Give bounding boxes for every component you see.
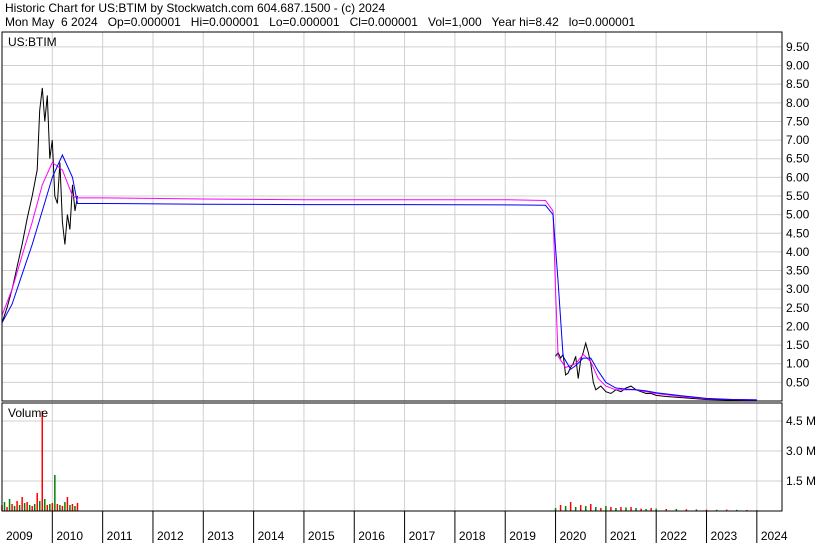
price-series-line-2 [1,161,757,401]
price-series-line-3 [1,153,757,401]
price-y-tick-label: 7.00 [786,133,810,147]
x-tick-label: 2012 [157,529,184,543]
price-y-tick-label: 4.00 [786,245,810,259]
volume-y-tick-label: 3.0 M [786,444,816,458]
volume-y-ticks: 1.5 M 3.0 M 4.5 M [786,414,816,488]
x-tick-label: 2021 [610,529,637,543]
x-tick-label: 2009 [6,529,33,543]
price-y-tick-label: 6.50 [786,152,810,166]
volume-y-tick-label: 4.5 M [786,414,816,428]
price-series [1,87,757,402]
price-y-tick-label: 7.50 [786,114,810,128]
volume-label: Volume [8,406,48,420]
price-y-tick-label: 3.50 [786,264,810,278]
price-y-tick-label: 0.50 [786,375,810,389]
price-y-tick-label: 1.50 [786,338,810,352]
x-tick-label: 2020 [560,529,587,543]
x-tick-label: 2019 [509,529,536,543]
x-tick-label: 2011 [107,529,133,543]
x-tick-label: 2013 [207,529,234,543]
price-y-tick-label: 9.50 [786,40,810,54]
volume-grid [2,403,782,511]
price-y-tick-label: 8.00 [786,96,810,110]
price-y-tick-label: 4.50 [786,226,810,240]
x-tick-label: 2022 [660,529,687,543]
price-grid [2,32,782,401]
volume-plot-border [1,402,783,512]
price-y-tick-label: 3.00 [786,282,810,296]
volume-bars [1,411,758,511]
x-tick-label: 2017 [409,529,436,543]
price-plot-border [1,31,783,402]
x-tick-label: 2018 [459,529,486,543]
price-y-tick-label: 5.50 [786,189,810,203]
price-volume-chart: US:BTIM Volume 0.50 1.00 1.50 2.00 2.50 3.00 3… [1,31,816,543]
price-series-line-0 [1,87,78,323]
x-tick-label: 2024 [761,529,788,543]
x-tick-label: 2010 [56,529,83,543]
price-y-tick-label: 8.50 [786,77,810,91]
x-tick-label: 2015 [308,529,335,543]
x-tick-label: 2016 [358,529,385,543]
symbol-label: US:BTIM [8,35,57,49]
price-y-ticks: 0.50 1.00 1.50 2.00 2.50 3.00 3.50 4.00 4.50 5.00… [786,40,810,389]
x-tick-label: 2014 [258,529,285,543]
price-y-tick-label: 2.00 [786,319,810,333]
volume-y-tick-label: 1.5 M [786,474,816,488]
price-y-tick-label: 5.00 [786,208,810,222]
x-tick-label: 2023 [711,529,738,543]
price-y-tick-label: 2.50 [786,301,810,315]
price-y-tick-label: 9.00 [786,59,810,73]
x-axis-ticks: 2009 2010 2011 2012 2013 2014 2015 2016 2017 2018… [6,511,788,543]
price-y-tick-label: 6.00 [786,170,810,184]
price-y-tick-label: 1.00 [786,357,810,371]
